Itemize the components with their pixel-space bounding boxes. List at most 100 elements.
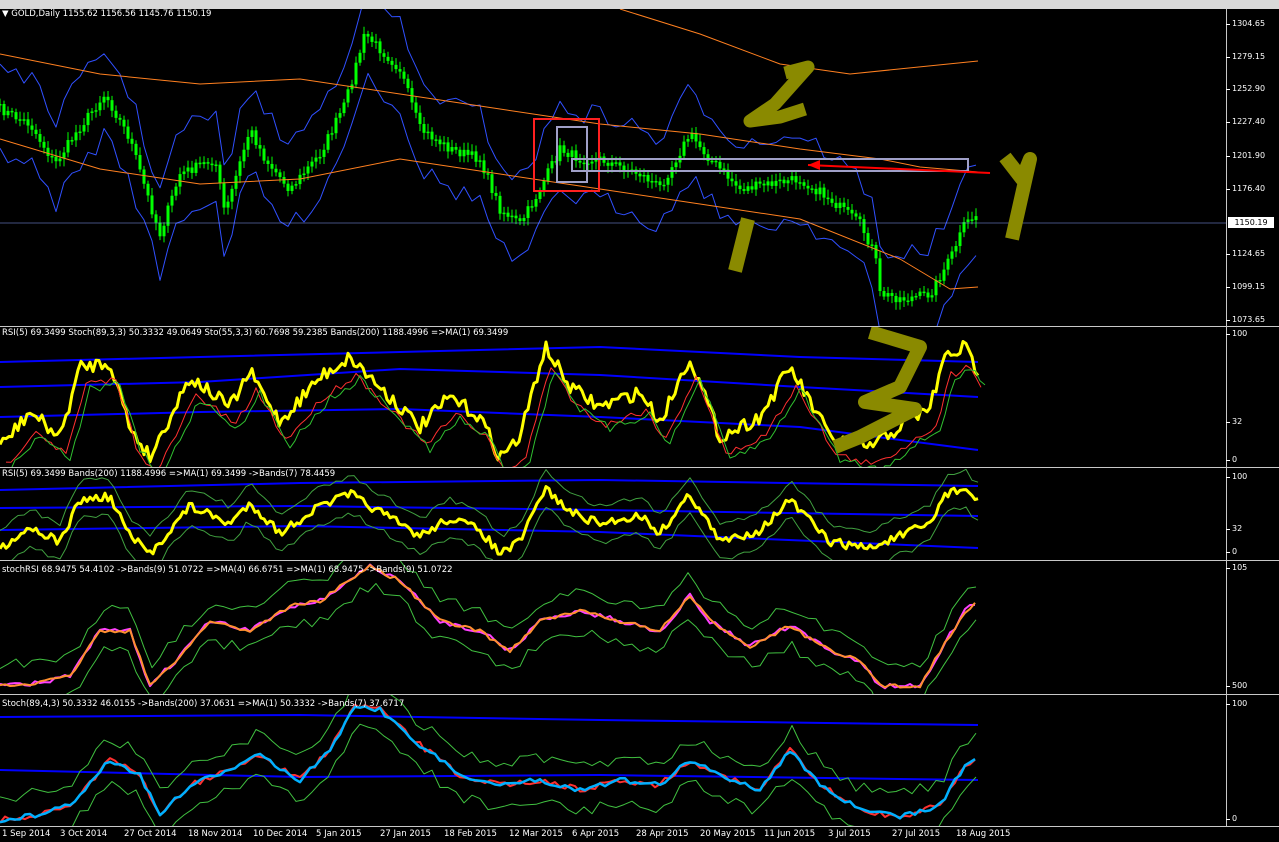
stoch-pane[interactable]: Stoch(89,4,3) 50.3332 46.0155 ->Bands(20… <box>0 695 1226 827</box>
scale-tick: 0 <box>1225 814 1238 823</box>
time-label: 28 Apr 2015 <box>636 829 689 839</box>
candle-body <box>518 218 522 222</box>
candle-body <box>558 145 562 162</box>
candle-body <box>202 162 206 165</box>
candle-body <box>486 173 490 175</box>
candle-body <box>114 110 118 118</box>
candle-body <box>894 295 898 303</box>
time-label: 27 Jul 2015 <box>892 829 941 839</box>
stoch-caption: Stoch(89,4,3) 50.3332 46.0155 ->Bands(20… <box>2 699 405 709</box>
candle-body <box>58 158 62 162</box>
annot-stroke-1-right <box>999 152 1037 241</box>
candle-body <box>286 183 290 191</box>
candle-body <box>42 141 46 148</box>
candle-body <box>542 180 546 192</box>
current-price-badge: 1150.19 <box>1228 217 1274 228</box>
rsi-stoch-pane[interactable]: RSI(5) 69.3499 Stoch(89,3,3) 50.3332 49.… <box>0 327 1226 468</box>
candle-body <box>362 33 366 53</box>
candle-body <box>510 215 514 218</box>
candle-body <box>658 181 662 186</box>
candle-body <box>650 181 654 183</box>
candle-body <box>318 156 322 159</box>
candle-body <box>762 183 766 186</box>
rsi-stoch-scale: 100 32 0 <box>1225 327 1279 468</box>
candle-body <box>490 174 494 194</box>
candle-body <box>38 134 42 142</box>
candle-body <box>550 161 554 169</box>
ma-lower <box>0 138 979 290</box>
band-upper <box>0 714 979 726</box>
stoch-plot <box>0 695 979 826</box>
scale-tick: 0 <box>1225 455 1238 464</box>
candle-body <box>250 130 254 137</box>
rsi-bands-caption: RSI(5) 69.3499 Bands(200) 1188.4996 =>MA… <box>2 469 336 479</box>
candle-body <box>654 181 658 183</box>
price-tick: 1227.40 <box>1225 117 1266 126</box>
main-price-scale[interactable]: 1304.65 1279.15 1252.90 1227.40 1201.90 … <box>1225 9 1279 327</box>
candle-body <box>390 60 394 65</box>
candle-body <box>890 293 894 296</box>
candle-body <box>70 140 74 142</box>
candle-body <box>962 222 966 233</box>
candle-body <box>946 258 950 270</box>
caption-arrow-icon: ▼ <box>2 9 9 19</box>
candle-body <box>582 162 586 165</box>
candle-body <box>686 138 690 142</box>
candle-body <box>826 197 830 200</box>
main-chart-pane[interactable]: ▼ GOLD,Daily 1155.62 1156.56 1145.76 115… <box>0 9 1226 327</box>
candle-body <box>526 206 530 218</box>
candle-body <box>442 142 446 145</box>
rsi-line <box>0 340 980 464</box>
candle-body <box>94 110 98 112</box>
candle-body <box>302 173 306 176</box>
candle-body <box>614 162 618 164</box>
price-tick: 1252.90 <box>1225 84 1266 93</box>
candle-body <box>238 161 242 176</box>
price-tick: 1304.65 <box>1225 19 1266 28</box>
time-label: 18 Nov 2014 <box>188 829 243 839</box>
stochrsi-pane[interactable]: stochRSI 68.9475 54.4102 ->Bands(9) 51.0… <box>0 561 1226 695</box>
candle-body <box>514 215 518 219</box>
candle-body <box>354 62 358 85</box>
candle-body <box>326 134 330 150</box>
candle-body <box>566 152 570 157</box>
candle-body <box>210 163 214 166</box>
time-label: 6 Apr 2015 <box>572 829 620 839</box>
candle-body <box>434 139 438 141</box>
time-label: 11 Jun 2015 <box>764 829 816 839</box>
candle-body <box>50 155 54 158</box>
time-label: 18 Feb 2015 <box>444 829 497 839</box>
candle-body <box>162 225 166 237</box>
candle-body <box>314 157 318 162</box>
candle-body <box>850 209 854 214</box>
upper-band <box>0 9 977 260</box>
candle-body <box>218 164 222 184</box>
candle-body <box>898 297 902 303</box>
candle-body <box>66 140 70 153</box>
candle-body <box>186 167 190 172</box>
candle-body <box>138 155 142 170</box>
candle-body <box>382 53 386 57</box>
rsi-bands-scale: 100 32 0 <box>1225 468 1279 561</box>
candle-body <box>590 161 594 164</box>
candle-body <box>806 185 810 189</box>
candle-body <box>422 124 426 133</box>
candle-body <box>386 56 390 61</box>
candle-body <box>950 251 954 259</box>
candle-body <box>90 111 94 113</box>
rsi-bands-pane[interactable]: RSI(5) 69.3499 Bands(200) 1188.4996 =>MA… <box>0 468 1226 561</box>
candle-body <box>338 113 342 118</box>
candle-body <box>562 145 566 153</box>
candle-body <box>746 186 750 191</box>
candle-body <box>494 193 498 196</box>
stochrsi-main <box>0 563 976 690</box>
rsi-stoch-plot <box>0 327 986 467</box>
rsi-bands-plot <box>0 468 979 560</box>
stochrsi-plot <box>0 561 977 694</box>
candle-body <box>958 232 962 247</box>
candle-body <box>222 183 226 208</box>
candle-body <box>462 149 466 157</box>
candle-body <box>78 131 82 134</box>
candle-body <box>266 160 270 164</box>
candle-body <box>46 147 50 156</box>
